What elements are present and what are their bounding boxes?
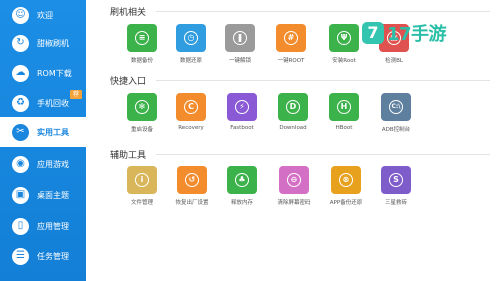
section-divider (156, 80, 490, 81)
tile-label: 重启设备 (130, 127, 153, 133)
phone-recycle-icon: ♻ (12, 94, 29, 112)
tile-data-backup[interactable]: ≡ 数据备份 (117, 24, 167, 72)
site-watermark-logo: 7 17手游 (362, 18, 500, 48)
tile-label: ADB控制台 (381, 127, 411, 133)
sidebar-item-label: 手机回收 (37, 98, 69, 108)
tile-unlock[interactable]: ❚ 一键解锁 (215, 24, 265, 72)
sidebar-item-label: 桌面主题 (37, 190, 69, 200)
tile-samsung-rescue[interactable]: S 三星救砖 (371, 166, 421, 214)
download-icon: D (278, 93, 308, 121)
sidebar-item-label: 应用管理 (37, 221, 69, 231)
theme-icon: ▣ (12, 186, 29, 204)
logo-mark-icon: 7 (362, 22, 384, 44)
tile-data-restore[interactable]: ◷ 数据还原 (166, 24, 216, 72)
recovery-icon: C (176, 93, 206, 121)
tile-label: Recovery (178, 125, 204, 131)
tile-hboot[interactable]: H HBoot (319, 93, 369, 141)
logo-text: 17手游 (387, 24, 447, 45)
sidebar-item-label: 欢迎 (37, 10, 53, 20)
cloud-download-icon: ☁ (12, 64, 29, 82)
file-manager-icon: i (127, 166, 157, 194)
sidebar-item-label: ROM下载 (37, 68, 72, 78)
sidebar-item-themes[interactable]: ▣ 桌面主题 (0, 180, 86, 210)
root-icon: # (276, 24, 306, 52)
hboot-icon: H (329, 93, 359, 121)
tile-label: 检测BL (385, 58, 403, 64)
adb-console-icon: C:\ (381, 93, 411, 121)
tools-icon: ✂ (12, 123, 29, 141)
tile-factory-reset[interactable]: ↺ 恢复出厂设置 (167, 166, 217, 214)
tile-label: 释放内存 (230, 200, 253, 206)
tile-adb-console[interactable]: C:\ ADB控制台 (371, 93, 421, 141)
section-title-shortcuts: 快捷入口 (110, 77, 147, 87)
factory-reset-icon: ↺ (177, 166, 207, 194)
tile-reboot[interactable]: ✻ 重启设备 (117, 93, 167, 141)
sidebar-item-phone-recycle[interactable]: ♻ 手机回收 荐 (0, 88, 86, 118)
recommend-badge: 荐 (70, 90, 82, 99)
sidebar-item-label: 任务管理 (37, 251, 69, 261)
sidebar: ☺ 欢迎 ↻ 甜椒刷机 ☁ ROM下载 ♻ 手机回收 荐 ✂ 实用工具 ◉ 应用… (0, 0, 86, 281)
tile-label: Fastboot (230, 125, 254, 131)
tile-label: 一键解锁 (228, 58, 251, 64)
unlock-icon: ❚ (225, 24, 255, 52)
app-backup-icon: ⊗ (331, 166, 361, 194)
tile-label: HBoot (335, 125, 353, 131)
tile-clear-password[interactable]: ⊖ 清除屏幕密码 (269, 166, 319, 214)
sidebar-item-label: 应用游戏 (37, 159, 69, 169)
sidebar-item-rom-download[interactable]: ☁ ROM下载 (0, 58, 86, 88)
fastboot-icon: ⚡ (227, 93, 257, 121)
sidebar-item-tools[interactable]: ✂ 实用工具 (0, 117, 86, 147)
restore-icon: ◷ (176, 24, 206, 52)
tile-label: 三星救砖 (384, 200, 407, 206)
tile-label: Download (279, 125, 307, 131)
tile-label: APP备份还原 (329, 200, 363, 206)
smile-icon: ☺ (12, 6, 29, 24)
tile-app-backup[interactable]: ⊗ APP备份还原 (321, 166, 371, 214)
list-icon: ☰ (12, 247, 29, 265)
tile-fastboot[interactable]: ⚡ Fastboot (217, 93, 267, 141)
sidebar-item-apps-games[interactable]: ◉ 应用游戏 (0, 149, 86, 179)
tile-label: 恢复出厂设置 (175, 200, 209, 206)
sidebar-item-task-manager[interactable]: ☰ 任务管理 (0, 241, 86, 271)
tile-label: 文件管理 (130, 200, 153, 206)
section-divider (156, 154, 490, 155)
backup-icon: ≡ (127, 24, 157, 52)
install-root-icon: Ψ (329, 24, 359, 52)
gamepad-icon: ◉ (12, 155, 29, 173)
sidebar-item-app-manager[interactable]: ▯ 应用管理 (0, 211, 86, 241)
tile-label: 数据还原 (179, 58, 202, 64)
sidebar-item-flash[interactable]: ↻ 甜椒刷机 (0, 28, 86, 58)
tile-label: 清除屏幕密码 (277, 200, 311, 206)
refresh-icon: ↻ (12, 34, 29, 52)
sidebar-item-welcome[interactable]: ☺ 欢迎 (0, 0, 86, 30)
free-memory-icon: ♣ (227, 166, 257, 194)
tile-free-memory[interactable]: ♣ 释放内存 (217, 166, 267, 214)
tile-download[interactable]: D Download (268, 93, 318, 141)
phone-icon: ▯ (12, 217, 29, 235)
clear-password-icon: ⊖ (279, 166, 309, 194)
section-divider (156, 11, 490, 12)
tile-recovery[interactable]: C Recovery (166, 93, 216, 141)
samsung-rescue-icon: S (381, 166, 411, 194)
sidebar-item-label: 实用工具 (37, 127, 69, 137)
section-title-flash: 刷机相关 (110, 8, 147, 18)
tile-file-manager[interactable]: i 文件管理 (117, 166, 167, 214)
tile-label: 一键ROOT (277, 58, 305, 64)
tile-label: 数据备份 (130, 58, 153, 64)
sidebar-item-label: 甜椒刷机 (37, 38, 69, 48)
tile-label: 安装Root (332, 58, 356, 64)
tile-root[interactable]: # 一键ROOT (266, 24, 316, 72)
reboot-icon: ✻ (127, 93, 157, 121)
section-title-aux-tools: 辅助工具 (110, 151, 147, 161)
